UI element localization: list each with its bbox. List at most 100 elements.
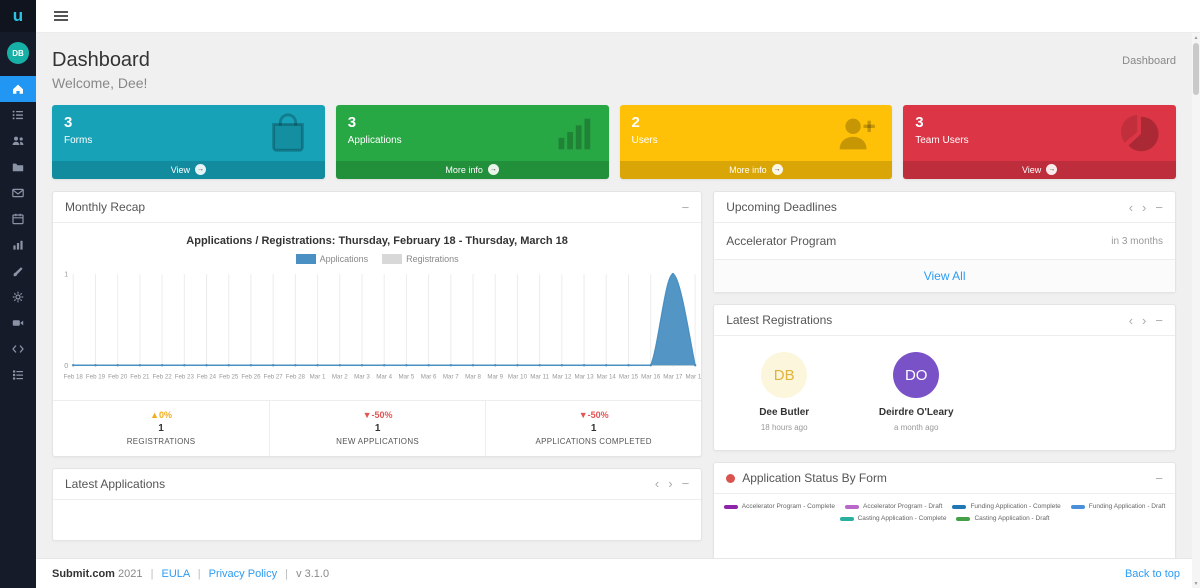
tasks-icon [13,370,23,380]
brush-icon [13,267,23,277]
upcoming-deadlines-title: Upcoming Deadlines [726,200,837,214]
arrow-circle-icon: → [487,164,499,175]
collapse-icon[interactable]: − [1155,314,1163,327]
registrations-legend-label: Registrations [406,254,459,264]
footer-info: Submit.com 2021 | EULA | Privacy Policy … [52,567,330,580]
app-logo[interactable]: u [0,0,36,32]
svg-text:Feb 25: Feb 25 [219,373,239,380]
collapse-icon[interactable]: − [682,477,690,490]
stat-card-team-users[interactable]: 3 Team Users View → [903,105,1176,179]
svg-text:Mar 11: Mar 11 [530,373,549,380]
scrollbar[interactable]: ▲ ▼ [1192,33,1200,588]
collapse-icon[interactable]: − [1155,201,1163,214]
next-icon[interactable]: › [668,477,672,490]
scroll-down-icon[interactable]: ▼ [1192,579,1200,588]
latest-applications-card: Latest Applications ‹ › − [52,467,703,541]
page-title: Dashboard [52,49,150,71]
trend-up-icon: ▲ [150,409,159,420]
sidebar-item-forms[interactable] [0,102,36,128]
next-icon[interactable]: › [1142,314,1146,327]
pie-chart-icon [1120,114,1159,152]
svg-text:Mar 15: Mar 15 [619,373,639,380]
sidebar-item-settings[interactable] [0,284,36,310]
users-icon [12,136,24,145]
privacy-policy-link[interactable]: Privacy Policy [209,568,277,580]
avatar: DO [893,352,940,398]
gear-icon [12,291,24,303]
application-status-card: Application Status By Form − Accelerator… [713,462,1176,558]
svg-text:Feb 21: Feb 21 [130,373,150,380]
prev-icon[interactable]: ‹ [1129,201,1133,214]
scrollbar-thumb[interactable] [1193,43,1199,95]
upcoming-deadlines-card: Upcoming Deadlines ‹ › − Accelerator Pro… [713,191,1176,293]
team-users-view-link[interactable]: View → [903,161,1176,179]
arrow-circle-icon: → [195,164,207,175]
user-plus-icon [839,118,876,150]
latest-registrations-title: Latest Registrations [726,313,833,327]
prev-icon[interactable]: ‹ [655,477,659,490]
application-status-title: Application Status By Form [742,471,887,485]
stat-card-applications[interactable]: 3 Applications More info → [335,105,609,179]
breadcrumb[interactable]: Dashboard [1122,55,1176,67]
svg-text:Mar 9: Mar 9 [487,373,503,380]
svg-text:Feb 23: Feb 23 [175,373,195,380]
sidebar-item-design[interactable] [0,258,36,284]
sidebar-item-messages[interactable] [0,180,36,206]
registration-person[interactable]: DB Dee Butler 18 hours ago [730,352,838,432]
arrow-circle-icon: → [1046,164,1058,175]
sidebar-item-users[interactable] [0,128,36,154]
person-time: 18 hours ago [760,423,808,432]
eula-link[interactable]: EULA [161,568,189,580]
sidebar-item-tasks[interactable] [0,362,36,388]
collapse-icon[interactable]: − [682,201,690,214]
forms-view-link[interactable]: View → [52,161,325,179]
svg-text:Feb 19: Feb 19 [86,373,106,380]
sidebar: u DB [0,0,36,588]
svg-text:Feb 18: Feb 18 [64,373,84,380]
deadline-due: in 3 months [1111,235,1163,247]
svg-text:Mar 5: Mar 5 [399,373,415,380]
scroll-up-icon[interactable]: ▲ [1192,33,1200,42]
user-avatar[interactable]: DB [7,42,29,64]
svg-text:Mar 3: Mar 3 [354,373,370,380]
person-time: a month ago [893,423,939,432]
svg-text:Feb 24: Feb 24 [197,373,217,380]
sidebar-item-dashboard[interactable] [0,76,36,102]
next-icon[interactable]: › [1142,201,1146,214]
sidebar-item-developer[interactable] [0,336,36,362]
avatar: DB [761,352,808,398]
sidebar-item-reports[interactable] [0,232,36,258]
bar-chart-icon [13,240,23,250]
registrations-legend-swatch [382,254,403,264]
svg-text:Feb 20: Feb 20 [108,373,128,380]
sidebar-item-calendar[interactable] [0,206,36,232]
applications-legend-label: Applications [319,254,369,264]
folder-icon [12,163,24,172]
stat-card-forms[interactable]: 3 Forms View → [52,105,325,179]
sidebar-item-media[interactable] [0,310,36,336]
view-all-link[interactable]: View All [924,269,966,283]
applications-more-info-link[interactable]: More info → [335,161,609,179]
menu-icon[interactable] [50,5,72,27]
collapse-icon[interactable]: − [1155,472,1163,485]
envelope-icon [12,188,24,198]
code-icon [12,345,24,353]
new-applications-stat: ▼-50% 1 NEW APPLICATIONS [269,400,485,456]
prev-icon[interactable]: ‹ [1129,314,1133,327]
topbar [36,0,1200,33]
back-to-top-link[interactable]: Back to top [1125,568,1180,580]
sidebar-item-files[interactable] [0,154,36,180]
status-pie-chart [714,530,1175,558]
person-name: Deirdre O'Leary [878,407,954,418]
svg-text:Mar 8: Mar 8 [465,373,481,380]
home-icon [13,84,23,94]
stat-card-users[interactable]: 2 Users More info → [619,105,893,179]
registration-person[interactable]: DO Deirdre O'Leary a month ago [862,352,970,432]
monthly-recap-card: Monthly Recap − Applications / Registrat… [52,191,703,457]
users-more-info-link[interactable]: More info → [619,161,893,179]
deadline-name: Accelerator Program [726,234,837,248]
svg-text:1: 1 [64,271,68,279]
deadline-row[interactable]: Accelerator Program in 3 months [714,223,1175,259]
svg-text:Mar 7: Mar 7 [443,373,459,380]
svg-text:Mar 4: Mar 4 [376,373,392,380]
